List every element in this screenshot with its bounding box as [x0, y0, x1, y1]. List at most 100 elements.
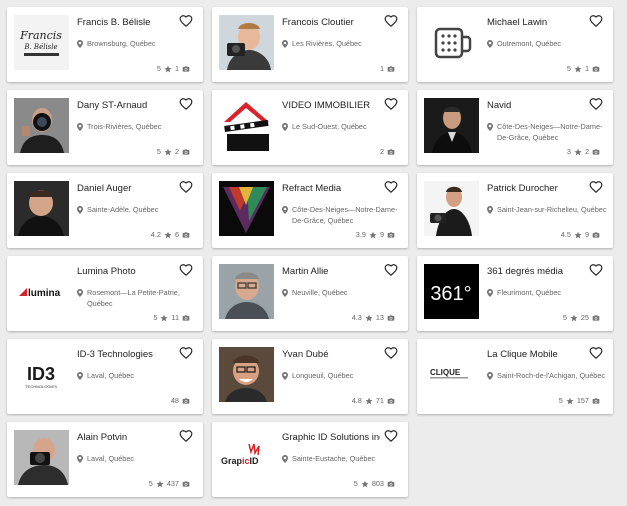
heart-icon[interactable]: [384, 429, 398, 443]
photo-count: 6: [174, 230, 179, 239]
photo-count: 9: [379, 230, 384, 239]
photographer-card[interactable]: GrapicID Graphic ID Solutions inc Sainte…: [212, 422, 408, 497]
card-thumbnail: [219, 347, 274, 402]
photographer-card[interactable]: lumina Lumina Photo Rosemont—La Petite-P…: [7, 256, 203, 331]
person-patrick: [424, 181, 479, 236]
heart-icon[interactable]: [179, 97, 193, 111]
card-name[interactable]: Francis B. Bélisle: [77, 17, 175, 28]
star-icon: [156, 480, 164, 487]
heart-icon[interactable]: [384, 346, 398, 360]
card-name[interactable]: 361 degrés média: [487, 266, 585, 277]
card-thumbnail: 361°: [424, 264, 479, 319]
card-stats: 4.3 13: [352, 313, 395, 322]
camera-icon: [592, 65, 600, 72]
logo-laclique: CLIQUE: [430, 368, 468, 379]
heart-icon[interactable]: [589, 346, 603, 360]
photographer-card[interactable]: Navid Côte-Des-Neiges—Notre-Dame-De-Grâc…: [417, 90, 613, 165]
card-name[interactable]: Michael Lawin: [487, 17, 585, 28]
photographer-card[interactable]: Daniel Auger Sainte-Adèle, Québec 4.2 6: [7, 173, 203, 248]
heart-icon[interactable]: [179, 429, 193, 443]
photographer-card[interactable]: 361° 361 degrés média Fleurimont, Québec…: [417, 256, 613, 331]
photographer-card[interactable]: Martin Allie Neuville, Québec 4.3 13: [212, 256, 408, 331]
card-name[interactable]: Navid: [487, 100, 585, 111]
star-icon: [164, 231, 172, 238]
star-icon: [160, 314, 168, 321]
card-name[interactable]: VIDEO IMMOBILIER: [282, 100, 380, 111]
camera-icon: [387, 314, 395, 321]
photo-count: 13: [375, 313, 384, 322]
photographer-card[interactable]: CLIQUE La Clique Mobile Saint-Roch-de-l'…: [417, 339, 613, 414]
card-name[interactable]: Graphic ID Solutions inc: [282, 432, 380, 443]
heart-icon[interactable]: [589, 14, 603, 28]
photographer-card[interactable]: Francis B. Bélisle Francis B. Bélisle Br…: [7, 7, 203, 82]
photographer-card[interactable]: Francois Cloutier Les Rivières, Québec 1: [212, 7, 408, 82]
camera-icon: [592, 397, 600, 404]
photographer-grid: Francis B. Bélisle Francis B. Bélisle Br…: [7, 7, 613, 497]
location-pin-icon: [77, 123, 83, 131]
location-pin-icon: [77, 372, 83, 380]
camera-icon: [182, 231, 190, 238]
svg-text:361°: 361°: [430, 283, 471, 305]
photographer-card[interactable]: Refract Media Côte-Des-Neiges—Notre-Dame…: [212, 173, 408, 248]
heart-icon[interactable]: [384, 263, 398, 277]
rating-value: 3.9: [355, 230, 366, 239]
location-pin-icon: [282, 372, 288, 380]
card-stats: 5 25: [563, 313, 600, 322]
card-stats: 5 11: [153, 313, 190, 322]
photographer-card[interactable]: Alain Potvin Laval, Québec 5 437: [7, 422, 203, 497]
card-name[interactable]: Alain Potvin: [77, 432, 175, 443]
photographer-card[interactable]: Patrick Durocher Saint-Jean-sur-Richelie…: [417, 173, 613, 248]
card-name[interactable]: Daniel Auger: [77, 183, 175, 194]
heart-icon[interactable]: [589, 263, 603, 277]
heart-icon[interactable]: [384, 97, 398, 111]
photographer-card[interactable]: Yvan Dubé Longueuil, Québec 4.8 71: [212, 339, 408, 414]
rating-value: 5: [153, 313, 158, 322]
heart-icon[interactable]: [384, 180, 398, 194]
heart-icon[interactable]: [589, 180, 603, 194]
card-name[interactable]: Dany ST-Arnaud: [77, 100, 175, 111]
heart-icon[interactable]: [384, 14, 398, 28]
heart-icon[interactable]: [589, 97, 603, 111]
star-icon: [164, 65, 172, 72]
card-stats: 4.8 71: [352, 396, 395, 405]
card-thumbnail: Francis B. Bélisle: [14, 15, 69, 70]
photo-count: 2: [379, 147, 384, 156]
logo-francis: Francis B. Bélisle: [19, 29, 62, 56]
card-name[interactable]: Refract Media: [282, 183, 380, 194]
star-icon: [570, 314, 578, 321]
camera-icon: [387, 65, 395, 72]
rating-value: 4.5: [560, 230, 571, 239]
card-thumbnail: [424, 98, 479, 153]
logo-361: 361°: [424, 264, 479, 319]
card-name[interactable]: Yvan Dubé: [282, 349, 380, 360]
photo-count: 1: [174, 64, 179, 73]
card-name[interactable]: Patrick Durocher: [487, 183, 585, 194]
star-icon: [574, 65, 582, 72]
svg-text:TECHNOLOGIES: TECHNOLOGIES: [25, 384, 57, 389]
card-name[interactable]: La Clique Mobile: [487, 349, 585, 360]
card-stats: 5 437: [149, 479, 190, 488]
photo-count: 2: [584, 147, 589, 156]
card-name[interactable]: Francois Cloutier: [282, 17, 380, 28]
rating-value: 5: [562, 313, 567, 322]
photographer-card[interactable]: VIDEO IMMOBILIER Le Sud-Ouest, Québec 2: [212, 90, 408, 165]
photographer-card[interactable]: Dany ST-Arnaud Trois-Rivières, Québec 5 …: [7, 90, 203, 165]
photographer-card[interactable]: Michael Lawin Outremont, Québec 5 1: [417, 7, 613, 82]
heart-icon[interactable]: [179, 180, 193, 194]
location-pin-icon: [487, 123, 493, 131]
photo-count: 1: [584, 64, 589, 73]
person-lens: [14, 98, 69, 153]
photographer-card[interactable]: ID3 TECHNOLOGIES ID-3 Technologies Laval…: [7, 339, 203, 414]
camera-icon: [182, 148, 190, 155]
heart-icon[interactable]: [179, 14, 193, 28]
rating-value: 5: [156, 147, 161, 156]
card-name[interactable]: Lumina Photo: [77, 266, 175, 277]
heart-icon[interactable]: [179, 263, 193, 277]
location-pin-icon: [282, 123, 288, 131]
card-name[interactable]: Martin Allie: [282, 266, 380, 277]
card-location: Côte-Des-Neiges—Notre-Dame-De-Grâce, Qué…: [487, 122, 609, 143]
photo-count: 11: [171, 313, 179, 322]
heart-icon[interactable]: [179, 346, 193, 360]
person-camera: [219, 15, 274, 70]
card-name[interactable]: ID-3 Technologies: [77, 349, 175, 360]
